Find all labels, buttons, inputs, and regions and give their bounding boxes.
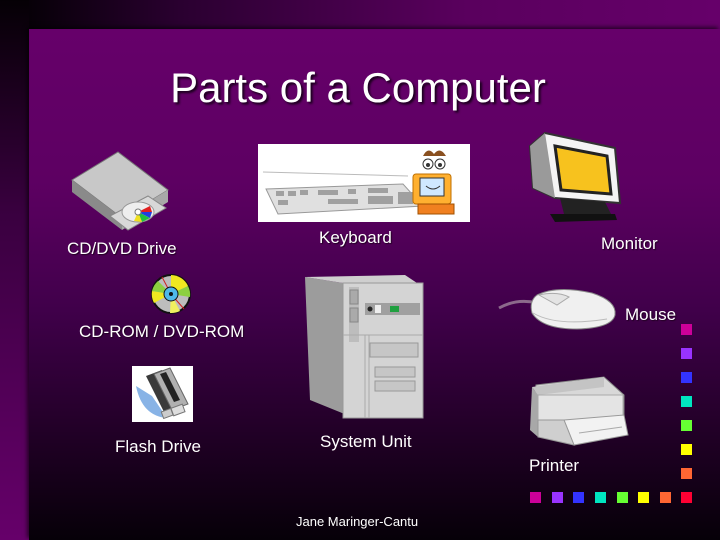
- label-monitor: Monitor: [601, 234, 658, 253]
- decor-square: [660, 492, 671, 503]
- label-system-unit: System Unit: [320, 432, 412, 451]
- label-printer: Printer: [529, 456, 580, 475]
- decor-square: [681, 468, 692, 479]
- decor-square: [638, 492, 649, 503]
- label-cd-rom-dvd-rom: CD-ROM / DVD-ROM: [79, 322, 245, 341]
- slide-title: Parts of a Computer: [170, 64, 546, 111]
- decor-square: [681, 372, 692, 383]
- keyboard-icon: [258, 144, 470, 222]
- flash-drive-icon: [132, 366, 193, 422]
- mouse-icon: [498, 289, 616, 330]
- decor-square: [681, 492, 692, 503]
- decor-square: [681, 396, 692, 407]
- decor-square: [681, 348, 692, 359]
- decor-square: [681, 420, 692, 431]
- decor-square: [530, 492, 541, 503]
- decor-square: [681, 324, 692, 335]
- footer-author: Jane Maringer-Cantu: [296, 514, 419, 529]
- decor-square: [617, 492, 628, 503]
- label-mouse: Mouse: [625, 305, 677, 324]
- cd-rom-disc-icon: [151, 274, 191, 314]
- decor-square: [681, 444, 692, 455]
- monitor-icon: [528, 131, 622, 222]
- label-cd-dvd-drive: CD/DVD Drive: [67, 239, 177, 258]
- decor-square: [595, 492, 606, 503]
- system-unit-icon: [305, 275, 424, 419]
- background-top: [0, 0, 720, 29]
- label-flash-drive: Flash Drive: [115, 437, 201, 456]
- printer-icon: [530, 376, 629, 446]
- decor-square: [552, 492, 563, 503]
- label-keyboard: Keyboard: [319, 228, 392, 247]
- cd-dvd-drive-icon: [71, 151, 169, 231]
- decor-square: [573, 492, 584, 503]
